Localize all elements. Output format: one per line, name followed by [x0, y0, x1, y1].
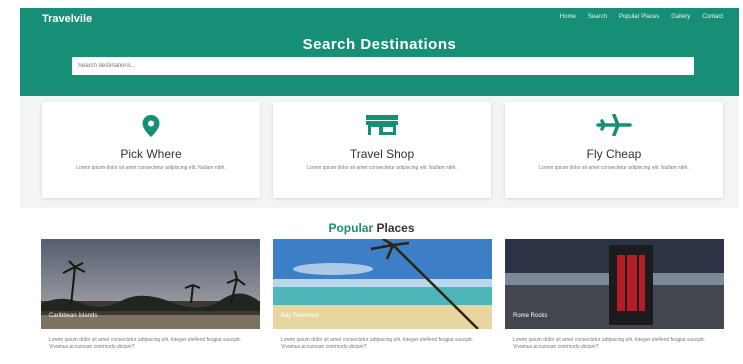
- search-input[interactable]: [72, 57, 694, 75]
- place-card-rome-rocks[interactable]: Rome Rocks Lorem ipsum dolor sit amet co…: [505, 239, 724, 364]
- shop-icon: [273, 114, 491, 136]
- feature-card-pick-where: Pick Where Lorem ipsum dolor sit amet co…: [42, 102, 260, 198]
- popular-heading-accent: Popular: [328, 221, 374, 235]
- feature-card-fly-cheap: Fly Cheap Lorem ipsum dolor sit amet con…: [505, 102, 723, 198]
- nav-gallery[interactable]: Gallery: [671, 14, 690, 20]
- feature-description: Lorem ipsum dolor sit amet consectetur a…: [76, 165, 226, 171]
- nav-contact[interactable]: Contact: [702, 14, 723, 20]
- place-caption: Rome Rocks: [513, 313, 548, 319]
- popular-heading-rest: Places: [376, 221, 415, 235]
- place-description: Lorem ipsum dolor sit amet consectetur a…: [513, 337, 706, 350]
- features-section: Pick Where Lorem ipsum dolor sit amet co…: [20, 96, 739, 208]
- map-marker-icon: [42, 114, 260, 137]
- place-caption: Caribbean Islands: [49, 313, 98, 319]
- place-description: Lorem ipsum dolor sit amet consectetur a…: [49, 337, 242, 350]
- feature-title: Travel Shop: [349, 147, 415, 161]
- place-card-bay-seashore[interactable]: Bay Seashore Lorem ipsum dolor sit amet …: [273, 239, 492, 364]
- main-nav: Home Search Popular Places Gallery Conta…: [560, 14, 723, 20]
- nav-search[interactable]: Search: [588, 14, 607, 20]
- feature-description: Lorem ipsum dolor sit amet consectetur a…: [307, 165, 457, 171]
- header: Travelvile Home Search Popular Places Ga…: [20, 8, 739, 96]
- place-image[interactable]: Caribbean Islands: [41, 239, 260, 329]
- feature-description: Lorem ipsum dolor sit amet consectetur a…: [539, 165, 689, 171]
- place-caption: Bay Seashore: [281, 313, 319, 319]
- feature-card-travel-shop: Travel Shop Lorem ipsum dolor sit amet c…: [273, 102, 491, 198]
- popular-places-heading: Popular Places: [0, 221, 743, 235]
- feature-title: Pick Where: [120, 147, 182, 161]
- place-description: Lorem ipsum dolor sit amet consectetur a…: [281, 337, 474, 350]
- place-image[interactable]: Bay Seashore: [273, 239, 492, 329]
- nav-home[interactable]: Home: [560, 14, 576, 20]
- brand-logo[interactable]: Travelvile: [42, 13, 92, 25]
- feature-title: Fly Cheap: [586, 147, 642, 161]
- place-image[interactable]: Rome Rocks: [505, 239, 724, 329]
- place-card-caribbean[interactable]: Caribbean Islands Lorem ipsum dolor sit …: [41, 239, 260, 364]
- airplane-icon: [505, 114, 723, 136]
- hero-title: Search Destinations: [302, 36, 457, 53]
- nav-popular-places[interactable]: Popular Places: [619, 14, 659, 20]
